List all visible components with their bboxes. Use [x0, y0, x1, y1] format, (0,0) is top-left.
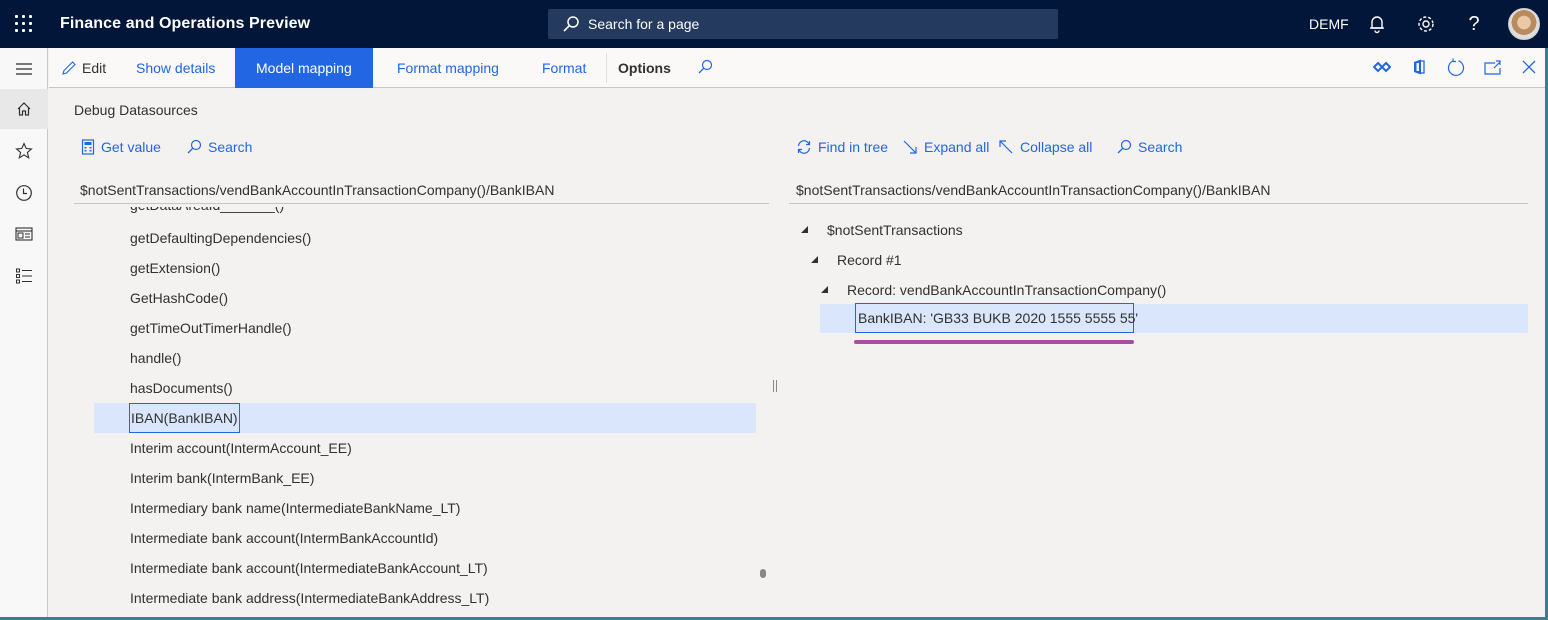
- list-item[interactable]: getTimeOutTimerHandle(): [94, 313, 756, 343]
- collapse-triangle-icon[interactable]: [811, 256, 818, 263]
- list-item[interactable]: getExtension(): [94, 253, 756, 283]
- list-item[interactable]: Intermediary bank name(IntermediateBankN…: [94, 493, 756, 523]
- right-search-label: Search: [1138, 139, 1183, 155]
- expand-all-label: Expand all: [924, 139, 990, 155]
- list-item[interactable]: getDefaultingDependencies(): [94, 223, 756, 253]
- find-in-tree-label: Find in tree: [818, 139, 889, 155]
- list-item[interactable]: handle(): [94, 343, 756, 373]
- highlight-underline: [854, 340, 1134, 344]
- tab-options[interactable]: Options: [618, 48, 671, 88]
- gear-icon[interactable]: [1414, 12, 1438, 36]
- tab-format[interactable]: Format: [542, 48, 586, 88]
- hamburger-icon[interactable]: [0, 49, 48, 89]
- edit-button[interactable]: Edit: [61, 48, 106, 88]
- close-icon[interactable]: [1520, 58, 1540, 78]
- search-icon: [562, 15, 580, 38]
- app-title: Finance and Operations Preview: [60, 15, 311, 32]
- expand-all-button[interactable]: Expand all: [902, 137, 989, 157]
- debug-datasources-page: Debug Datasources Get value Search $notS…: [49, 89, 1545, 617]
- page-search-input[interactable]: Search for a page: [548, 9, 1058, 39]
- right-search-button[interactable]: Search: [1116, 137, 1182, 157]
- datasource-list[interactable]: getDataAreaId_______() getDefaultingDepe…: [94, 207, 756, 617]
- office-icon[interactable]: [1410, 58, 1430, 78]
- action-pane: Edit Show details Model mapping Format m…: [49, 48, 1548, 88]
- get-value-button[interactable]: Get value: [81, 137, 161, 157]
- page-title: Debug Datasources: [74, 102, 198, 118]
- help-icon[interactable]: ?: [1462, 12, 1486, 36]
- waffle-icon[interactable]: [14, 14, 34, 34]
- avatar[interactable]: [1508, 8, 1540, 40]
- divider: [789, 203, 1528, 204]
- collapse-triangle-icon[interactable]: [821, 286, 828, 293]
- pane-splitter[interactable]: [773, 380, 777, 392]
- left-search-label: Search: [208, 139, 253, 155]
- list-item[interactable]: Interim bank(IntermBank_EE): [94, 463, 756, 493]
- find-in-tree-button[interactable]: Find in tree: [796, 137, 888, 157]
- list-item[interactable]: Intermediate bank account(IntermBankAcco…: [94, 523, 756, 553]
- top-bar: Finance and Operations Preview Search fo…: [0, 0, 1548, 48]
- show-details-button[interactable]: Show details: [136, 48, 215, 88]
- arrow-down-right-icon: [903, 140, 917, 154]
- list-icon[interactable]: [0, 256, 48, 296]
- diamond-icon[interactable]: [1372, 58, 1393, 78]
- search-placeholder: Search for a page: [588, 16, 700, 32]
- refresh-icon[interactable]: [1446, 58, 1466, 78]
- search-icon: [187, 139, 202, 154]
- pencil-icon: [62, 61, 76, 75]
- star-icon[interactable]: [0, 131, 48, 171]
- bell-icon[interactable]: [1365, 12, 1389, 36]
- left-navigation: [0, 48, 48, 620]
- list-item[interactable]: Interim account(IntermAccount_EE): [94, 433, 756, 463]
- home-icon[interactable]: [0, 89, 48, 129]
- right-path: $notSentTransactions/vendBankAccountInTr…: [796, 182, 1271, 198]
- tree-node-selected[interactable]: BankIBAN: 'GB33 BUKB 2020 1555 5555 55': [855, 303, 1138, 333]
- tree-node[interactable]: $notSentTransactions: [801, 215, 1201, 245]
- collapse-all-label: Collapse all: [1020, 139, 1093, 155]
- scrollbar-thumb[interactable]: [760, 569, 766, 578]
- action-search-icon[interactable]: [696, 58, 716, 78]
- list-item[interactable]: Intermediate bank account(IntermediateBa…: [94, 553, 756, 583]
- get-value-label: Get value: [101, 139, 161, 155]
- open-new-window-icon[interactable]: [1483, 58, 1503, 78]
- search-icon: [1117, 139, 1132, 154]
- clock-icon[interactable]: [0, 173, 48, 213]
- tree-node[interactable]: Record: vendBankAccountInTransactionComp…: [821, 275, 1321, 305]
- tab-format-mapping[interactable]: Format mapping: [397, 48, 499, 88]
- list-item-selected[interactable]: IBAN(BankIBAN): [94, 403, 756, 433]
- arrow-up-left-icon: [999, 140, 1013, 154]
- collapse-triangle-icon[interactable]: [801, 226, 808, 233]
- workspace-icon[interactable]: [0, 214, 48, 254]
- divider: [606, 53, 607, 83]
- list-item[interactable]: GetHashCode(): [94, 283, 756, 313]
- edit-label: Edit: [82, 60, 107, 76]
- tab-model-mapping[interactable]: Model mapping: [235, 48, 373, 88]
- list-item-partial: getDataAreaId_______(): [130, 207, 284, 213]
- left-path: $notSentTransactions/vendBankAccountInTr…: [80, 182, 555, 198]
- collapse-all-button[interactable]: Collapse all: [998, 137, 1092, 157]
- list-item[interactable]: hasDocuments(): [94, 373, 756, 403]
- sync-icon: [797, 140, 811, 154]
- company-picker[interactable]: DEMF: [1309, 16, 1349, 32]
- list-item[interactable]: Intermediate bank address(IntermediateBa…: [94, 583, 756, 613]
- calculator-icon: [81, 139, 95, 155]
- left-search-button[interactable]: Search: [186, 137, 252, 157]
- divider: [74, 203, 769, 204]
- tree-node[interactable]: Record #1: [811, 245, 1211, 275]
